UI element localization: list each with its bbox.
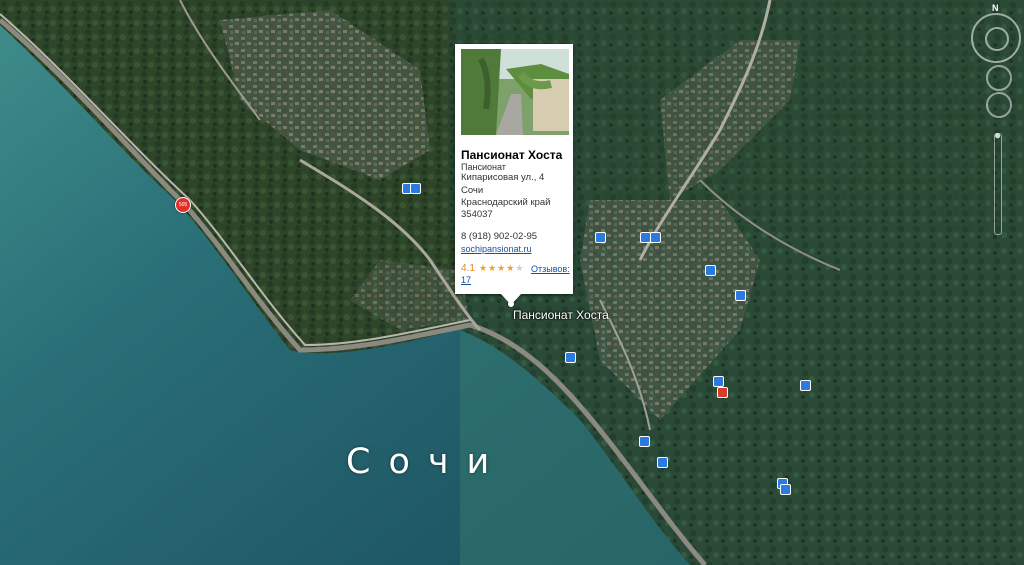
place-photo[interactable] — [461, 49, 569, 135]
pan-control-icon[interactable] — [986, 92, 1012, 118]
rating-value: 4.1 — [461, 263, 475, 274]
poi-marker[interactable] — [650, 232, 661, 243]
poi-marker[interactable] — [410, 183, 421, 194]
look-joystick-icon[interactable] — [985, 27, 1009, 51]
poi-marker[interactable] — [780, 484, 791, 495]
poi-marker[interactable] — [595, 232, 606, 243]
place-street: Кипарисовая ул., 4 — [461, 172, 545, 183]
star-filled-icon: ★ — [506, 263, 516, 273]
place-phone: 8 (918) 902-02-95 — [461, 231, 538, 242]
place-info-popup[interactable]: Пансионат Хоста - Пансионат Кипарисовая … — [455, 44, 573, 305]
poi-marker[interactable] — [657, 457, 668, 468]
place-label[interactable]: Пансионат Хоста — [513, 308, 609, 322]
poi-marker[interactable] — [639, 436, 650, 447]
poi-marker[interactable] — [717, 387, 728, 398]
city-label: Сочи — [346, 442, 508, 482]
poi-marker[interactable] — [705, 265, 716, 276]
star-empty-icon: ★ — [515, 263, 525, 273]
reviews-link[interactable]: Отзывов: — [531, 264, 570, 274]
poi-marker[interactable] — [565, 352, 576, 363]
star-filled-icon: ★ — [497, 263, 507, 273]
poi-marker[interactable] — [800, 380, 811, 391]
star-filled-icon: ★ — [488, 263, 498, 273]
north-indicator: N — [992, 3, 999, 13]
poi-marker[interactable] — [713, 376, 724, 387]
place-postcode: 354037 — [461, 209, 493, 220]
place-city: Сочи — [461, 185, 484, 196]
title-suffix: - — [559, 150, 563, 161]
star-filled-icon: ★ — [479, 263, 489, 273]
red-map-marker[interactable]: 505 — [175, 197, 191, 213]
zoom-slider[interactable] — [994, 133, 1002, 235]
place-category: Пансионат — [461, 162, 506, 172]
place-title: Пансионат Хоста — [461, 148, 563, 162]
website-link[interactable]: sochipansionat.ru — [461, 244, 532, 254]
place-region: Краснодарский край — [461, 197, 551, 208]
reviews-count-link[interactable]: 17 — [461, 275, 471, 285]
poi-marker[interactable] — [735, 290, 746, 301]
move-joystick-icon[interactable] — [986, 65, 1012, 91]
rating-stars: ★★★★★ — [479, 263, 524, 274]
